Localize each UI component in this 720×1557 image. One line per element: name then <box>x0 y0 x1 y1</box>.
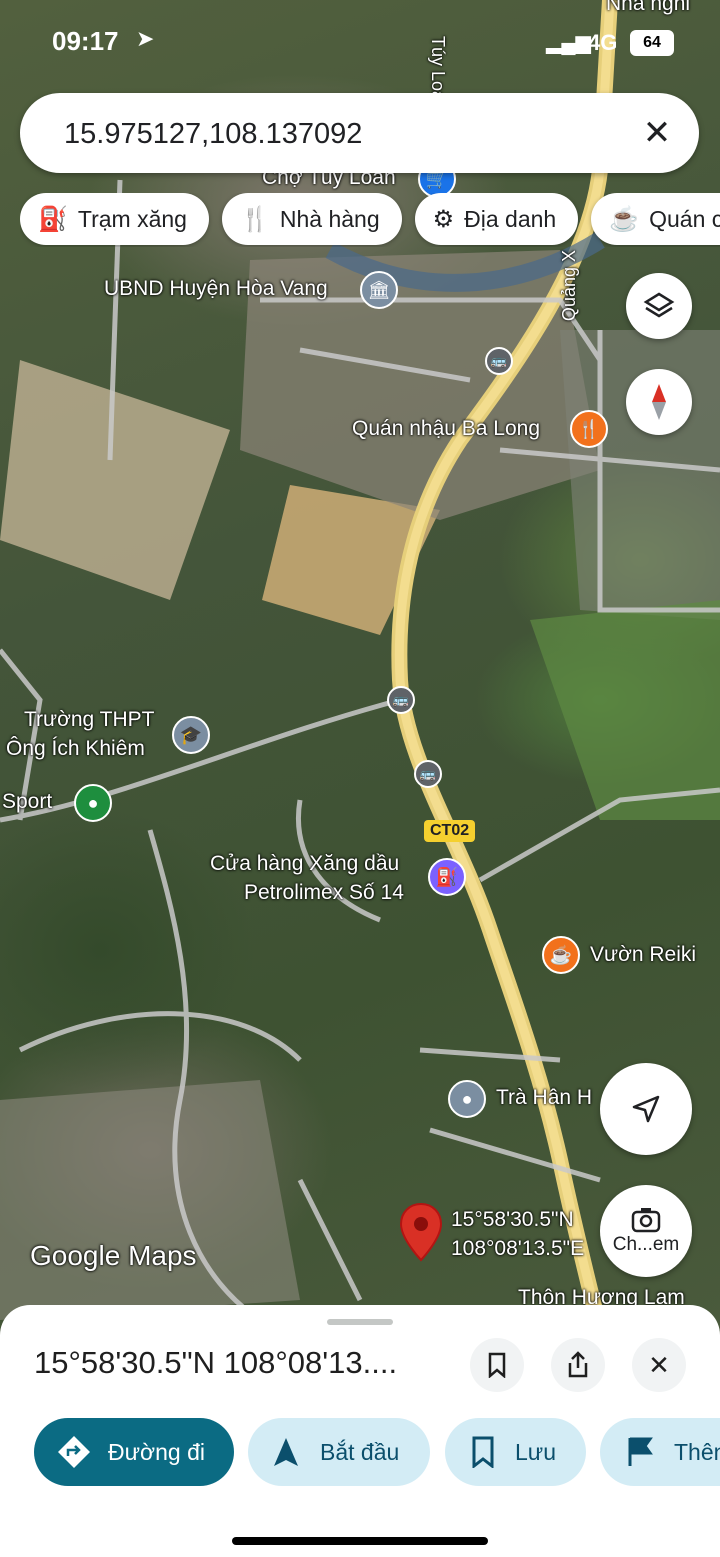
directions-button[interactable]: Đường đi <box>34 1418 234 1486</box>
layers-icon <box>643 292 675 318</box>
bus-stop-icon[interactable]: 🚌 <box>414 760 442 788</box>
chip-gas-station[interactable]: ⛽ Trạm xăng <box>20 193 209 245</box>
chip-landmark[interactable]: ⚙ Địa danh <box>414 193 579 245</box>
home-indicator[interactable] <box>232 1537 488 1545</box>
flag-icon <box>628 1437 653 1466</box>
restaurant-icon: 🍴 <box>239 205 270 233</box>
map-label-petrol-line2[interactable]: Petrolimex Số 14 <box>244 881 404 905</box>
government-icon[interactable]: 🏛 <box>360 271 398 309</box>
status-bar: 09:17 ➤ ▂▄▆ 4G 64 <box>0 0 720 80</box>
close-sheet-button[interactable]: ✕ <box>632 1338 686 1392</box>
camera-button-label: Ch...em <box>612 1234 680 1255</box>
map-label-quang-road: Quảng X <box>559 250 580 322</box>
category-chips: ⛽ Trạm xăng 🍴 Nhà hàng ⚙ Địa danh ☕ Quán c <box>20 193 720 247</box>
map-label-sport[interactable]: Sport <box>2 790 52 814</box>
location-arrow-icon: ➤ <box>136 26 155 51</box>
pin-longitude-label: 108°08'13.5"E <box>451 1237 585 1260</box>
place-pin-icon[interactable]: ● <box>448 1080 486 1118</box>
compass-button[interactable] <box>626 369 692 435</box>
search-input[interactable] <box>62 113 626 155</box>
school-icon[interactable]: 🎓 <box>172 716 210 754</box>
camera-search-button[interactable]: Ch...em <box>600 1185 692 1277</box>
place-bottom-sheet[interactable]: 15°58'30.5"N 108°08'13.... ✕ Đường đi Bắ… <box>0 1305 720 1557</box>
map-label-ubnd[interactable]: UBND Huyện Hòa Vang <box>104 277 328 301</box>
chip-label: Quán c <box>649 205 720 232</box>
layers-button[interactable] <box>626 273 692 339</box>
place-title: 15°58'30.5"N 108°08'13.... <box>34 1345 398 1380</box>
chip-label: Trạm xăng <box>77 205 187 232</box>
camera-icon <box>631 1208 661 1233</box>
map-label-truong-line2[interactable]: Ông Ích Khiêm <box>6 737 145 761</box>
start-label: Bắt đầu <box>320 1438 400 1465</box>
clear-search-icon[interactable]: ✕ <box>637 113 677 153</box>
start-button[interactable]: Bắt đầu <box>248 1418 430 1486</box>
save-bookmark-button[interactable] <box>470 1338 524 1392</box>
sheet-drag-handle[interactable] <box>327 1319 393 1325</box>
more-button[interactable]: Thên <box>600 1418 720 1486</box>
my-location-button[interactable] <box>600 1063 692 1155</box>
route-shield: CT02 <box>424 820 476 842</box>
network-type: 4G <box>588 30 618 55</box>
google-maps-logo: Google Maps <box>30 1240 197 1271</box>
compass-icon <box>652 384 666 420</box>
close-icon: ✕ <box>648 1349 670 1380</box>
map-label-quan-nhau[interactable]: Quán nhậu Ba Long <box>352 417 540 441</box>
bookmark-icon <box>488 1352 506 1378</box>
bus-stop-icon[interactable]: 🚌 <box>387 686 415 714</box>
cafe-pin-icon[interactable]: ☕ <box>542 936 580 974</box>
gas-station-pin-icon[interactable]: ⛽ <box>428 858 466 896</box>
bookmark-icon <box>472 1436 494 1468</box>
chip-coffee[interactable]: ☕ Quán c <box>591 193 720 245</box>
save-label: Lưu <box>515 1438 556 1465</box>
status-time: 09:17 <box>52 26 119 56</box>
map-label-petrol-line1[interactable]: Cửa hàng Xăng dầu <box>210 852 399 876</box>
share-button[interactable] <box>551 1338 605 1392</box>
search-bar[interactable]: ✕ <box>20 93 699 173</box>
gas-station-icon: ⛽ <box>38 205 68 233</box>
dropped-pin-icon[interactable] <box>399 1202 443 1262</box>
navigation-arrow-icon <box>632 1095 660 1123</box>
sport-pin-icon[interactable]: ● <box>74 784 112 822</box>
chip-label: Địa danh <box>464 205 557 232</box>
landmark-icon: ⚙ <box>432 205 455 233</box>
save-button[interactable]: Lưu <box>445 1418 586 1486</box>
chip-restaurant[interactable]: 🍴 Nhà hàng <box>221 193 402 245</box>
signal-icon: ▂▄▆ <box>546 32 591 54</box>
map-label-vuon-reiki[interactable]: Vườn Reiki <box>590 943 696 967</box>
battery-indicator: 64 <box>630 30 674 56</box>
bus-stop-icon[interactable]: 🚌 <box>485 347 513 375</box>
pin-latitude-label: 15°58'30.5"N <box>451 1208 574 1231</box>
directions-label: Đường đi <box>108 1438 205 1465</box>
navigation-icon <box>274 1438 298 1466</box>
directions-icon <box>58 1436 90 1468</box>
coffee-icon: ☕ <box>609 205 640 233</box>
restaurant-pin-icon[interactable]: 🍴 <box>570 410 608 448</box>
share-icon <box>568 1351 588 1378</box>
more-label: Thên <box>674 1438 720 1465</box>
chip-label: Nhà hàng <box>279 205 380 232</box>
map-label-tra-han[interactable]: Trà Hân H <box>496 1086 592 1110</box>
map-label-truong-line1[interactable]: Trường THPT <box>24 708 155 732</box>
